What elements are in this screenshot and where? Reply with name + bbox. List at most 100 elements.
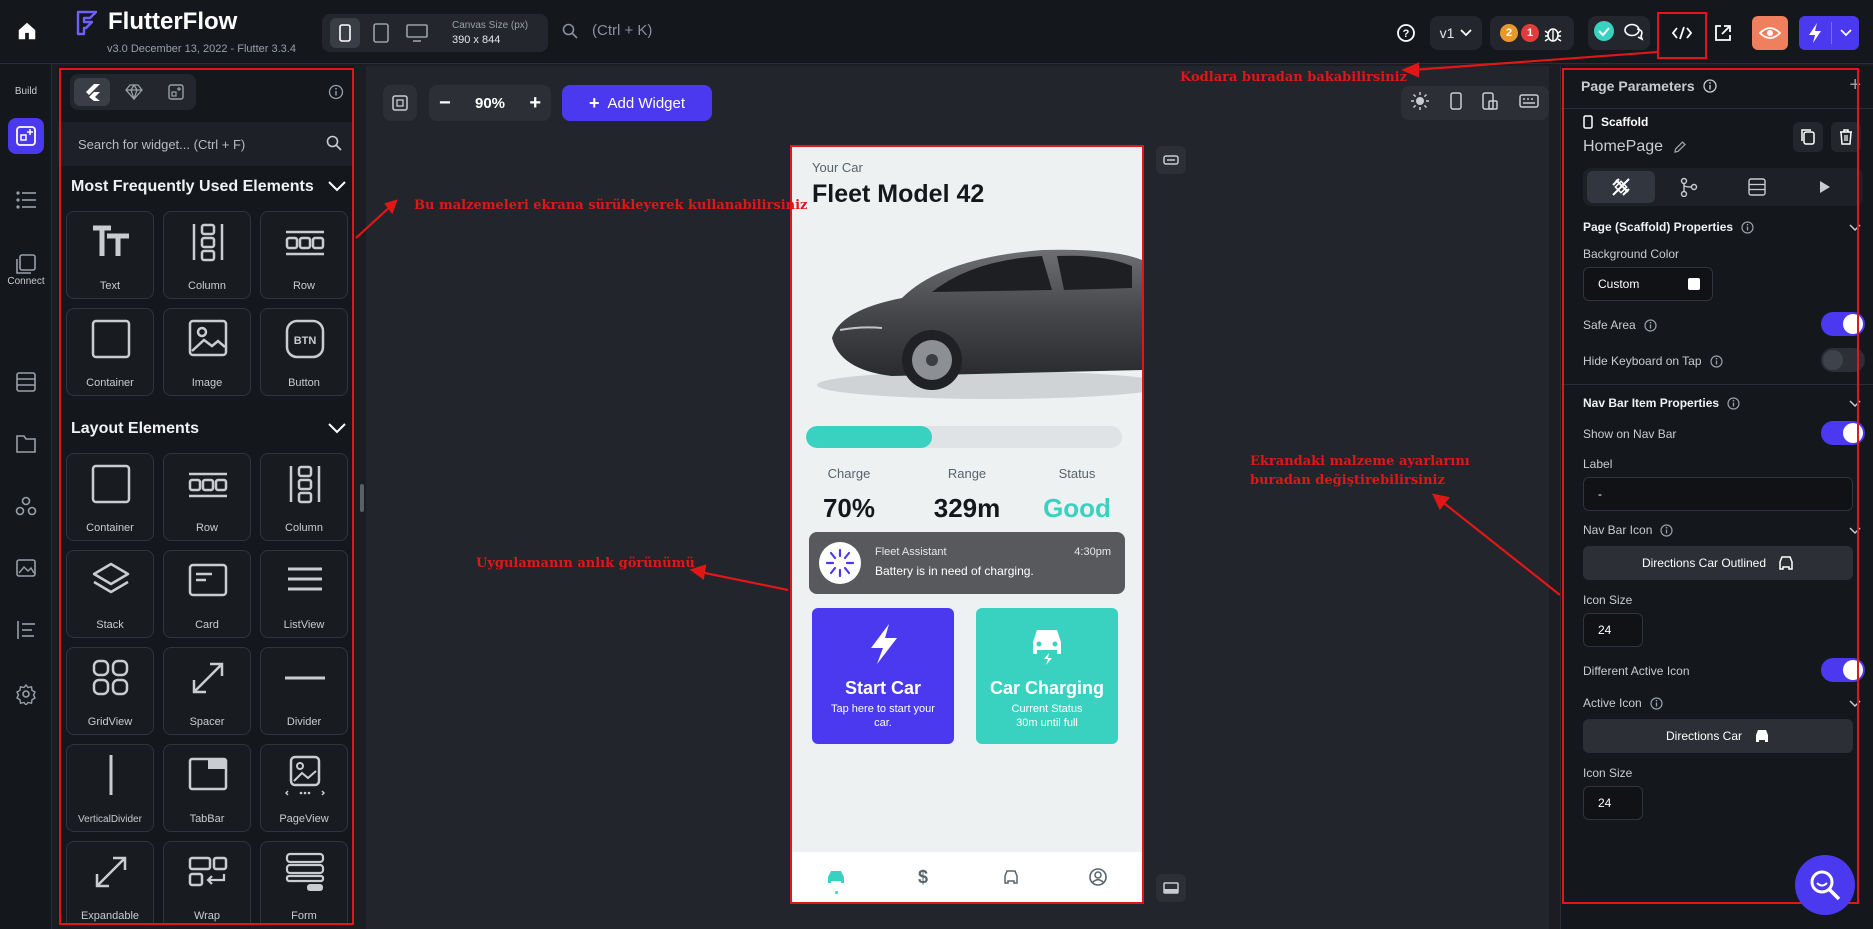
view-code-icon[interactable] — [1662, 16, 1702, 50]
start-car-card[interactable]: Start Car Tap here to start your car. — [812, 608, 954, 744]
chevron-down-icon[interactable] — [1849, 527, 1861, 535]
global-search[interactable]: (Ctrl + K) — [562, 22, 652, 39]
widget-tile-row[interactable]: Row — [260, 211, 348, 299]
delete-trash-icon[interactable] — [1831, 122, 1861, 152]
widget-tile-image[interactable]: Image — [163, 308, 251, 396]
different-active-icon-toggle[interactable] — [1821, 658, 1865, 682]
hide-keyboard-toggle[interactable] — [1821, 348, 1865, 372]
chevron-down-icon[interactable] — [1849, 400, 1861, 408]
widget-tile-container[interactable]: Container — [66, 453, 154, 541]
navbar-toggle-icon[interactable] — [1156, 874, 1186, 902]
widget-tile-column[interactable]: Column — [163, 211, 251, 299]
widget-tile-wrap[interactable]: Wrap — [163, 841, 251, 924]
database-icon[interactable] — [8, 364, 44, 400]
settings-gear-icon[interactable] — [8, 676, 44, 712]
phone-preview[interactable]: Your Car Fleet Model 42 Charge 70% Range… — [792, 146, 1142, 902]
tablet-device-icon[interactable] — [366, 18, 396, 48]
add-widget-button[interactable]: + Add Widget — [562, 85, 712, 121]
assistant-notification[interactable]: Fleet Assistant 4:30pm Battery is in nee… — [809, 532, 1125, 594]
keyboard-icon[interactable] — [1519, 93, 1539, 113]
actions-tab-icon[interactable] — [1655, 171, 1723, 203]
widget-builder-icon[interactable] — [8, 118, 44, 154]
animations-play-icon[interactable] — [1791, 171, 1859, 203]
widget-tile-spacer[interactable]: Spacer — [163, 647, 251, 735]
backend-query-tab-icon[interactable] — [1723, 171, 1791, 203]
navbar-label-input[interactable]: - — [1583, 477, 1853, 511]
widget-tile-button[interactable]: BTN Button — [260, 308, 348, 396]
help-icon[interactable]: ? — [1391, 16, 1421, 50]
run-button[interactable] — [1799, 16, 1859, 50]
check-circle-icon[interactable] — [1593, 20, 1615, 47]
appbar-toggle-icon[interactable] — [1156, 146, 1186, 174]
add-parameter-icon[interactable]: + — [1849, 74, 1861, 97]
open-external-icon[interactable] — [1706, 16, 1740, 50]
widget-tile-stack[interactable]: Stack — [66, 550, 154, 638]
info-icon[interactable] — [1741, 220, 1754, 234]
widget-tile-tabbar[interactable]: TabBar — [163, 744, 251, 832]
info-icon[interactable] — [1660, 523, 1673, 537]
zoom-out-icon[interactable]: − — [439, 92, 451, 115]
issues-button[interactable]: 2 1 — [1490, 16, 1574, 50]
info-icon[interactable] — [1644, 318, 1657, 332]
widget-tile-divider[interactable]: Divider — [260, 647, 348, 735]
navbar-icon-picker[interactable]: Directions Car Outlined — [1583, 546, 1853, 580]
preview-eye-icon[interactable] — [1752, 16, 1788, 50]
home-icon[interactable] — [10, 14, 44, 48]
text-styles-icon[interactable] — [8, 612, 44, 648]
info-icon[interactable] — [1702, 79, 1717, 93]
info-icon[interactable] — [1727, 396, 1740, 410]
light-mode-icon[interactable] — [1411, 91, 1430, 115]
media-assets-icon[interactable] — [8, 550, 44, 586]
folder-icon[interactable] — [8, 426, 44, 462]
scaffold-properties-section[interactable]: Page (Scaffold) Properties — [1583, 220, 1754, 234]
comments-icon[interactable] — [1623, 21, 1645, 46]
zoom-in-icon[interactable]: + — [529, 92, 541, 115]
safe-area-toggle[interactable] — [1821, 312, 1865, 336]
info-icon[interactable] — [1709, 354, 1723, 368]
widget-tile-container[interactable]: Container — [66, 308, 154, 396]
copy-widget-icon[interactable] — [1793, 122, 1823, 152]
chevron-down-icon[interactable] — [1849, 224, 1861, 232]
background-color-picker[interactable]: Custom — [1583, 267, 1713, 301]
active-icon-size-input[interactable]: 24 — [1583, 786, 1643, 820]
widget-tile-column[interactable]: Column — [260, 453, 348, 541]
widget-tile-text[interactable]: Text — [66, 211, 154, 299]
resize-handle[interactable] — [360, 484, 364, 512]
widget-tile-verticaldivider[interactable]: VerticalDivider — [66, 744, 154, 832]
info-icon[interactable] — [328, 84, 344, 100]
show-on-navbar-toggle[interactable] — [1821, 421, 1865, 445]
gem-components-tab-icon[interactable] — [116, 78, 152, 106]
properties-tab-icon[interactable] — [1587, 171, 1655, 203]
navbar-item-section[interactable]: Nav Bar Item Properties — [1583, 396, 1740, 410]
version-dropdown[interactable]: v1 — [1430, 16, 1482, 50]
widget-search-input[interactable]: Search for widget... (Ctrl + F) — [58, 122, 354, 166]
widget-tile-card[interactable]: Card — [163, 550, 251, 638]
edit-pencil-icon[interactable] — [1673, 140, 1687, 154]
widget-tile-listview[interactable]: ListView — [260, 550, 348, 638]
templates-tab-icon[interactable] — [158, 78, 194, 106]
active-icon-picker[interactable]: Directions Car — [1583, 719, 1853, 753]
nav-car-icon[interactable] — [816, 862, 856, 894]
chevron-down-icon[interactable] — [328, 181, 346, 192]
phone-frame-icon[interactable] — [1450, 91, 1462, 115]
desktop-device-icon[interactable] — [402, 18, 432, 48]
canvas-fit-icon[interactable] — [383, 85, 417, 121]
phone-device-icon[interactable] — [330, 18, 360, 48]
nav-dollar-icon[interactable]: $ — [903, 862, 943, 892]
nav-account-icon[interactable] — [1078, 862, 1118, 892]
chevron-down-icon[interactable] — [1849, 700, 1861, 708]
widget-tile-gridview[interactable]: GridView — [66, 647, 154, 735]
flutter-widgets-tab-icon[interactable] — [74, 78, 110, 106]
integrations-icon[interactable] — [8, 488, 44, 524]
help-search-fab[interactable] — [1795, 855, 1855, 915]
icon-size-input[interactable]: 24 — [1583, 613, 1643, 647]
chevron-down-icon[interactable] — [328, 423, 346, 434]
widget-tile-pageview[interactable]: PageView — [260, 744, 348, 832]
widget-tile-expandable[interactable]: Expandable — [66, 841, 154, 924]
car-charging-card[interactable]: Car Charging Current Status 30m until fu… — [976, 608, 1118, 744]
widget-tile-row[interactable]: Row — [163, 453, 251, 541]
nav-car-outlined-icon[interactable] — [991, 862, 1031, 892]
device-orientation-icon[interactable] — [1482, 91, 1498, 115]
widget-tree-icon[interactable] — [8, 182, 44, 218]
info-icon[interactable] — [1650, 696, 1663, 710]
